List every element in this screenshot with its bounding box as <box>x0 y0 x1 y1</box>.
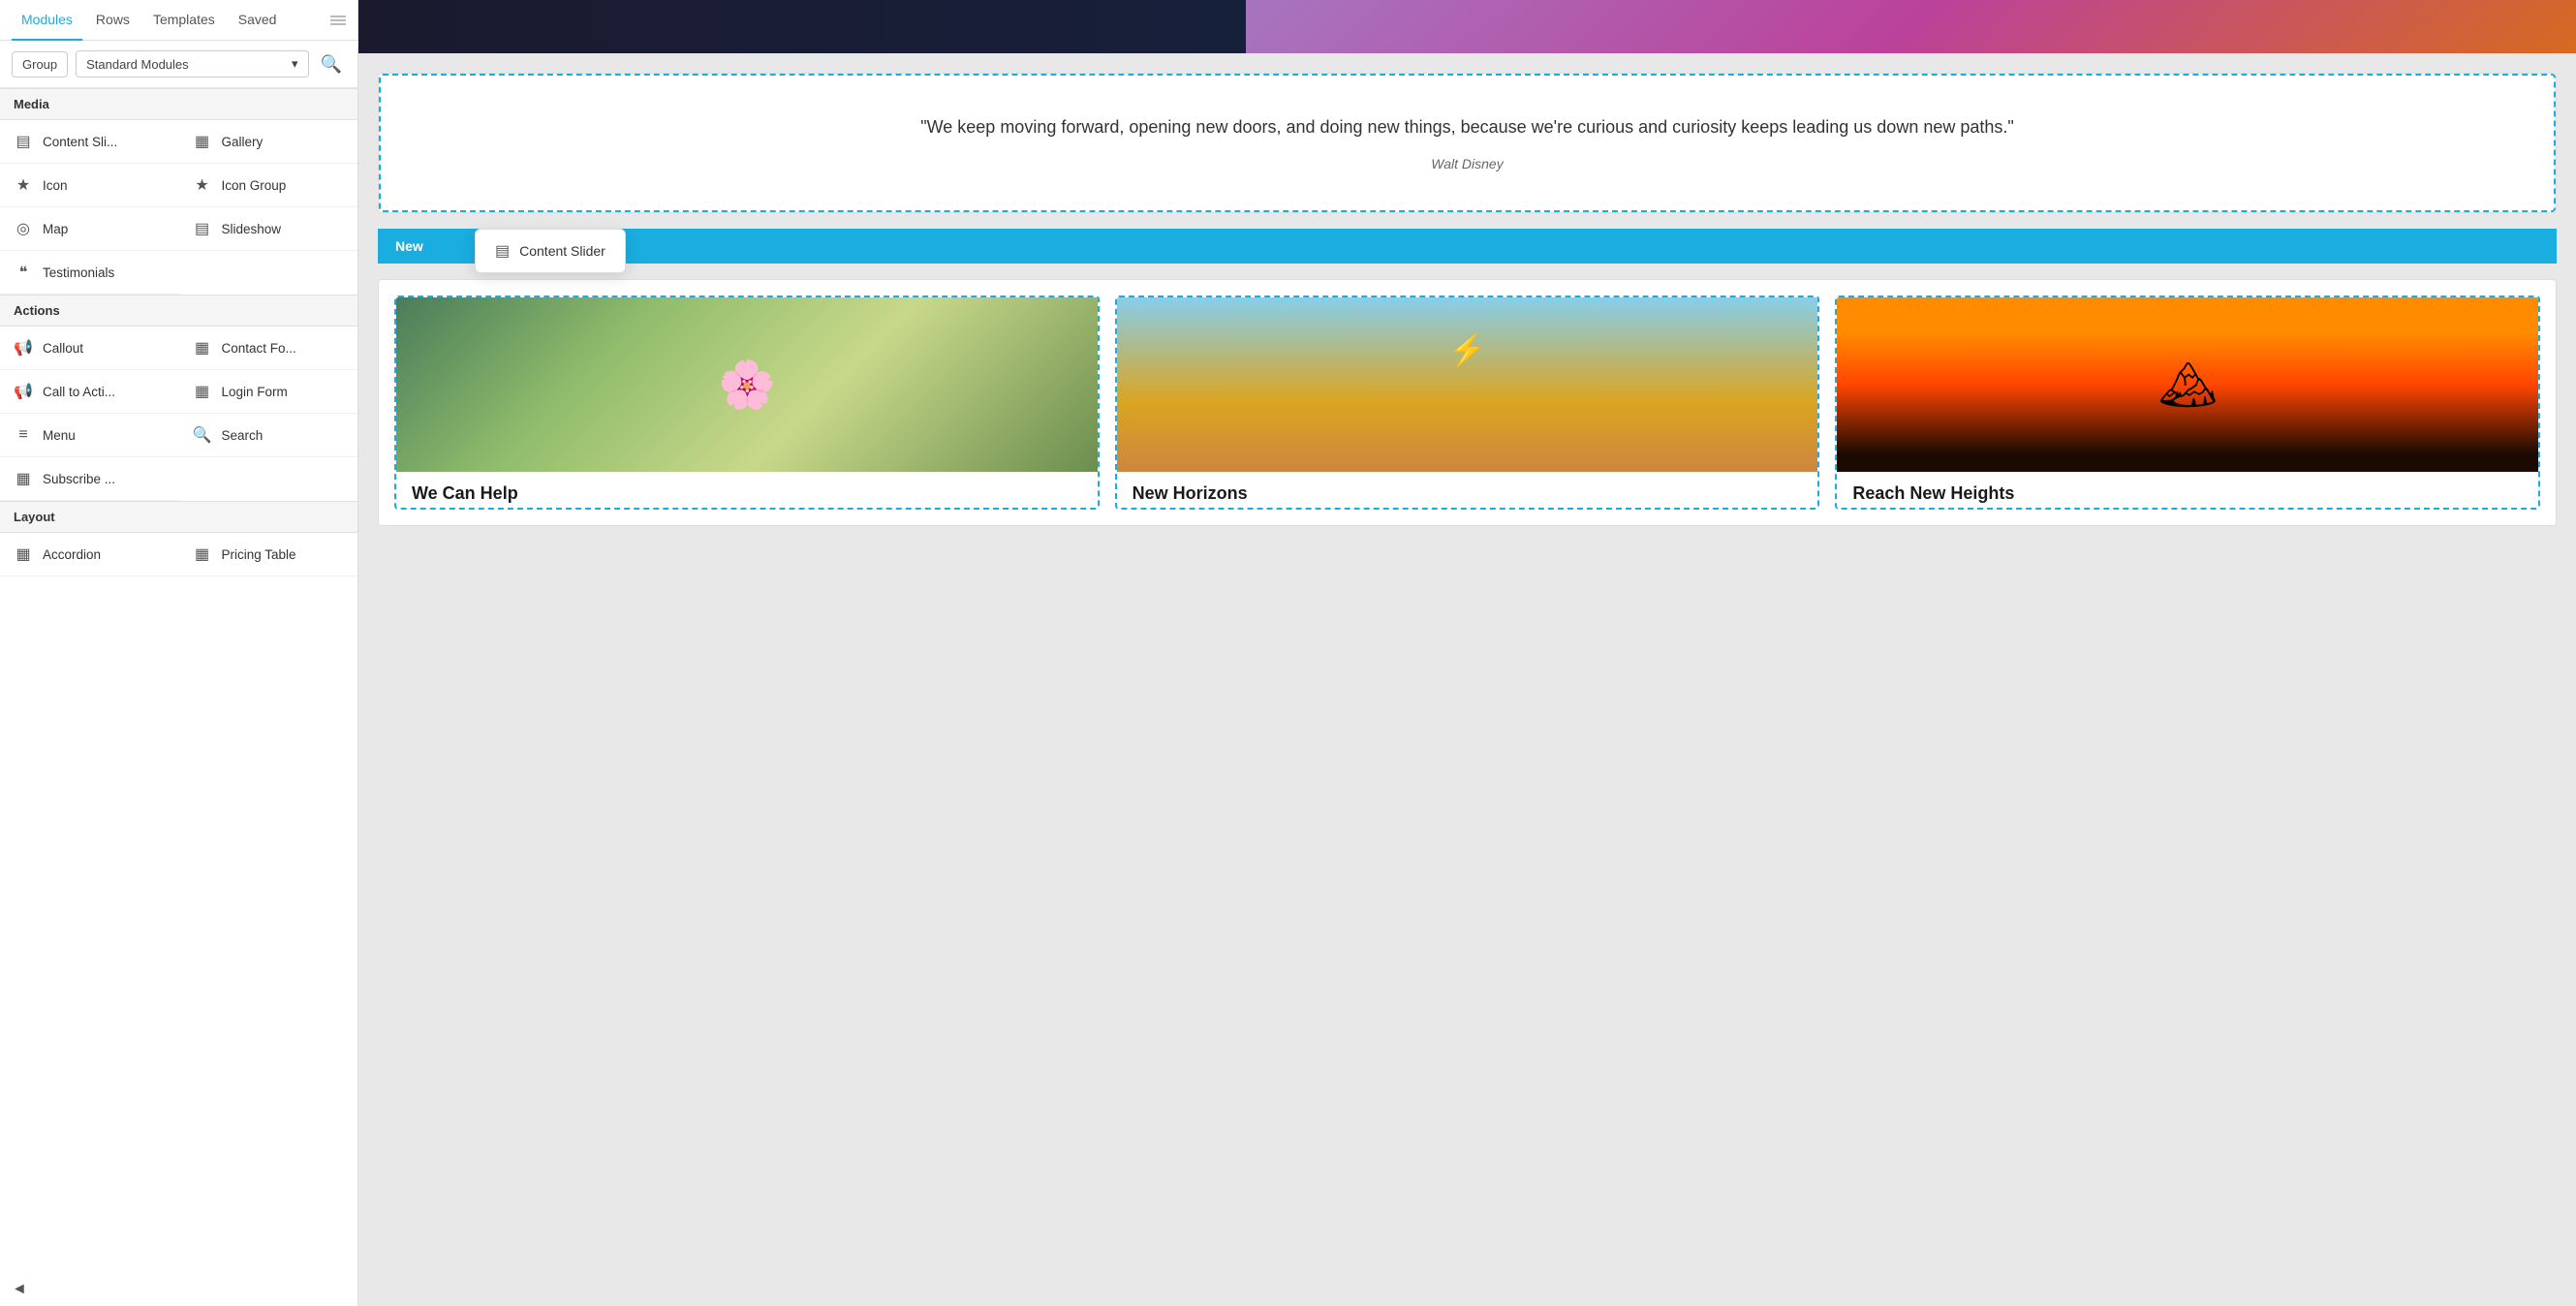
module-item-slideshow[interactable]: ▤ Slideshow <box>179 207 358 251</box>
callout-icon: 📢 <box>14 338 33 358</box>
nav-tabs: Modules Rows Templates Saved <box>0 0 357 41</box>
icon-group-icon: ★ <box>193 175 212 195</box>
module-item-content-slider[interactable]: ▤ Content Sli... <box>0 120 179 164</box>
filter-row: Group Standard Modules ▾ 🔍 <box>0 41 357 88</box>
cards-grid: We Can Help New Horizons Reach New Heigh… <box>394 295 2540 510</box>
contact-form-icon: ▦ <box>193 338 212 358</box>
collapse-arrow[interactable]: ◄ <box>8 1277 31 1302</box>
search-icon: 🔍 <box>321 54 342 74</box>
card-3-title: Reach New Heights <box>1837 472 2538 508</box>
drag-handle[interactable] <box>330 16 346 25</box>
module-item-menu[interactable]: ≡ Menu <box>0 414 179 457</box>
card-1[interactable]: We Can Help <box>394 295 1100 510</box>
tab-modules[interactable]: Modules <box>12 0 82 41</box>
module-item-subscribe[interactable]: ▦ Subscribe ... <box>0 457 179 501</box>
card-2[interactable]: New Horizons <box>1115 295 1820 510</box>
module-item-login-form[interactable]: ▦ Login Form <box>179 370 358 414</box>
module-item-contact-form[interactable]: ▦ Contact Fo... <box>179 326 358 370</box>
sidebar: Modules Rows Templates Saved Group Stand… <box>0 0 358 1306</box>
module-group-dropdown[interactable]: Standard Modules ▾ <box>76 50 308 78</box>
card-3-image <box>1837 297 2538 472</box>
module-item-accordion[interactable]: ▦ Accordion <box>0 533 179 576</box>
icon-icon: ★ <box>14 175 33 195</box>
content-slider-icon: ▤ <box>14 132 33 151</box>
module-item-map[interactable]: ◎ Map <box>0 207 179 251</box>
module-item-callout[interactable]: 📢 Callout <box>0 326 179 370</box>
quote-text: "We keep moving forward, opening new doo… <box>439 114 2496 140</box>
testimonials-icon: ❝ <box>14 263 33 282</box>
card-1-title: We Can Help <box>396 472 1098 508</box>
modules-list: Media ▤ Content Sli... ▦ Gallery ★ Icon … <box>0 88 357 1273</box>
pricing-table-icon: ▦ <box>193 544 212 564</box>
slideshow-icon: ▤ <box>193 219 212 238</box>
tab-templates[interactable]: Templates <box>143 0 225 41</box>
section-header-media: Media <box>0 88 357 120</box>
top-image-area <box>358 0 2576 53</box>
card-2-title: New Horizons <box>1117 472 1818 508</box>
card-3[interactable]: Reach New Heights <box>1835 295 2540 510</box>
quote-author: Walt Disney <box>439 156 2496 171</box>
media-grid: ▤ Content Sli... ▦ Gallery ★ Icon ★ Icon… <box>0 120 357 295</box>
tab-rows[interactable]: Rows <box>86 0 140 41</box>
module-item-search[interactable]: 🔍 Search <box>179 414 358 457</box>
top-image-overlay <box>1246 0 2576 53</box>
map-icon: ◎ <box>14 219 33 238</box>
quote-block: "We keep moving forward, opening new doo… <box>378 73 2557 213</box>
chevron-down-icon: ▾ <box>292 56 298 72</box>
new-label: New <box>378 229 441 264</box>
module-item-icon-group[interactable]: ★ Icon Group <box>179 164 358 207</box>
gallery-icon: ▦ <box>193 132 212 151</box>
layout-grid: ▦ Accordion ▦ Pricing Table <box>0 533 357 576</box>
new-bar-content <box>441 229 2557 264</box>
content-slider-popup-icon: ▤ <box>495 241 510 261</box>
login-form-icon: ▦ <box>193 382 212 401</box>
module-item-testimonials[interactable]: ❝ Testimonials <box>0 251 179 295</box>
content-slider-popup-label: Content Slider <box>519 243 605 259</box>
actions-grid: 📢 Callout ▦ Contact Fo... 📢 Call to Acti… <box>0 326 357 501</box>
content-area: "We keep moving forward, opening new doo… <box>358 53 2576 1306</box>
module-item-pricing-table[interactable]: ▦ Pricing Table <box>179 533 358 576</box>
search-button[interactable]: 🔍 <box>317 52 346 77</box>
module-item-gallery[interactable]: ▦ Gallery <box>179 120 358 164</box>
subscribe-icon: ▦ <box>14 469 33 488</box>
new-bar: New ▤ Content Slider <box>378 229 2557 264</box>
search-module-icon: 🔍 <box>193 425 212 445</box>
module-item-call-to-action[interactable]: 📢 Call to Acti... <box>0 370 179 414</box>
group-button[interactable]: Group <box>12 51 68 78</box>
cards-section: We Can Help New Horizons Reach New Heigh… <box>378 279 2557 526</box>
menu-icon: ≡ <box>14 426 33 444</box>
accordion-icon: ▦ <box>14 544 33 564</box>
section-header-actions: Actions <box>0 295 357 326</box>
card-2-image <box>1117 297 1818 472</box>
card-1-image <box>396 297 1098 472</box>
quote-inner: "We keep moving forward, opening new doo… <box>379 74 2556 212</box>
bottom-nav: ◄ <box>0 1273 357 1306</box>
main-content: "We keep moving forward, opening new doo… <box>358 0 2576 1306</box>
tab-saved[interactable]: Saved <box>229 0 287 41</box>
call-to-action-icon: 📢 <box>14 382 33 401</box>
section-header-layout: Layout <box>0 501 357 533</box>
module-item-icon[interactable]: ★ Icon <box>0 164 179 207</box>
content-slider-popup[interactable]: ▤ Content Slider <box>475 229 626 273</box>
